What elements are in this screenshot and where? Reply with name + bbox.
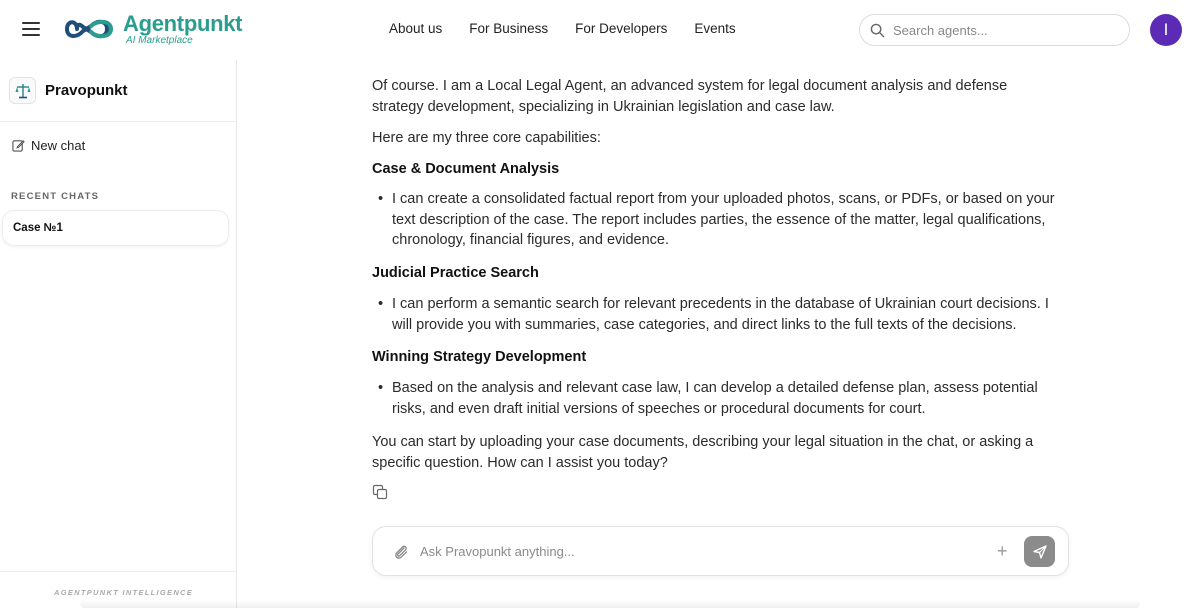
paperclip-icon[interactable] <box>393 543 409 561</box>
sidebar: Pravopunkt New chat RECENT CHATS Case №1… <box>0 60 237 608</box>
infinity-logo-icon <box>64 19 114 39</box>
new-chat-label: New chat <box>31 138 86 153</box>
brand-logo[interactable]: Agentpunkt AI Marketplace <box>63 10 243 46</box>
hamburger-icon[interactable] <box>22 22 40 38</box>
recent-chats-heading: RECENT CHATS <box>11 191 100 202</box>
plus-icon[interactable]: + <box>997 541 1008 561</box>
footer-text: AGENTPUNKT INTELLIGENCE <box>54 588 194 597</box>
message-lead: Here are my three core capabilities: <box>372 130 601 146</box>
send-button[interactable] <box>1024 536 1055 567</box>
send-icon <box>1032 544 1047 559</box>
nav-for-business[interactable]: For Business <box>469 21 548 36</box>
chat-composer: + <box>372 526 1069 576</box>
search-icon <box>870 23 885 37</box>
brand-text: Agentpunkt AI Marketplace <box>123 10 243 46</box>
section-bullet: Based on the analysis and relevant case … <box>378 378 1072 419</box>
nav-for-developers[interactable]: For Developers <box>575 21 667 36</box>
section-bullet: I can create a consolidated factual repo… <box>378 189 1072 251</box>
agent-header: Pravopunkt <box>0 60 236 122</box>
top-bar: Agentpunkt AI Marketplace About us For B… <box>0 0 1200 60</box>
section-heading: Judicial Practice Search <box>372 265 539 281</box>
new-chat-button[interactable]: New chat <box>12 138 85 153</box>
nav-events[interactable]: Events <box>694 21 735 36</box>
scales-icon <box>15 83 30 98</box>
nav-about-us[interactable]: About us <box>389 21 442 36</box>
message-input[interactable] <box>420 541 980 561</box>
bottom-shadow <box>80 600 1140 608</box>
user-avatar[interactable]: I <box>1150 14 1182 46</box>
section-heading: Winning Strategy Development <box>372 349 587 365</box>
edit-icon <box>12 140 25 152</box>
message-closing: You can start by uploading your case doc… <box>372 434 1034 471</box>
agent-name: Pravopunkt <box>45 82 128 99</box>
copy-icon[interactable] <box>372 484 388 500</box>
agent-icon <box>9 77 36 104</box>
section-heading: Case & Document Analysis <box>372 161 560 177</box>
message-intro: Of course. I am a Local Legal Agent, an … <box>372 78 1008 115</box>
section-bullet: I can perform a semantic search for rele… <box>378 294 1072 335</box>
search-input[interactable] <box>893 22 1113 38</box>
main-nav: About us For Business For Developers Eve… <box>389 21 736 36</box>
recent-chat-item[interactable]: Case №1 <box>2 210 229 246</box>
brand-name: Agentpunkt <box>123 10 243 36</box>
brand-subtitle: AI Marketplace <box>126 34 193 46</box>
search-box[interactable] <box>859 14 1130 46</box>
